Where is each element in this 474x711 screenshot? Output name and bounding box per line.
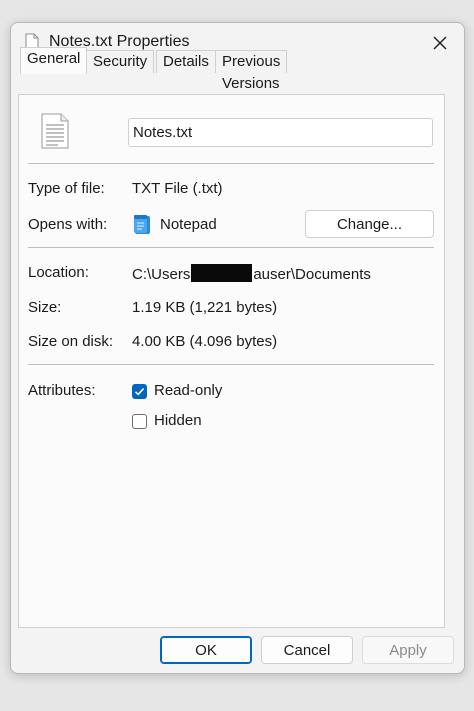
apply-label: Apply xyxy=(389,641,427,659)
divider xyxy=(28,163,434,164)
opens-with-app: Notepad xyxy=(160,216,217,233)
size-on-disk-label: Size on disk: xyxy=(28,333,114,350)
location-suffix: auser\Documents xyxy=(253,266,371,283)
divider xyxy=(28,364,434,365)
general-panel xyxy=(18,94,445,628)
tab-label: Details xyxy=(163,53,209,70)
location-prefix: C:\Users xyxy=(132,266,191,283)
divider xyxy=(28,247,434,248)
text-file-icon xyxy=(41,113,69,149)
opens-with-label: Opens with: xyxy=(28,216,108,233)
notepad-icon xyxy=(134,215,150,234)
location-label: Location: xyxy=(28,264,89,281)
redaction-bar xyxy=(191,264,253,282)
close-button[interactable] xyxy=(422,27,458,59)
size-value: 1.19 KB (1,221 bytes) xyxy=(132,299,278,316)
cancel-label: Cancel xyxy=(283,641,331,659)
tab-label: Security xyxy=(93,53,148,70)
tab-label: Previous Versions xyxy=(222,53,281,92)
hidden-label[interactable]: Hidden xyxy=(154,412,202,429)
tab-security[interactable]: Security xyxy=(86,50,155,73)
type-value: TXT File (.txt) xyxy=(132,180,223,197)
apply-button[interactable]: Apply xyxy=(362,636,454,664)
readonly-checkbox[interactable] xyxy=(132,384,147,399)
cancel-button[interactable]: Cancel xyxy=(261,636,353,664)
tab-details[interactable]: Details xyxy=(156,50,216,73)
close-icon xyxy=(433,36,447,50)
readonly-label[interactable]: Read-only xyxy=(154,382,222,399)
tab-previous-versions[interactable]: Previous Versions xyxy=(215,50,288,92)
size-on-disk-value: 4.00 KB (4.096 bytes) xyxy=(132,333,278,350)
file-name-input[interactable] xyxy=(128,118,433,147)
size-label: Size: xyxy=(28,299,62,316)
change-button-label: Change... xyxy=(336,215,403,233)
attributes-label: Attributes: xyxy=(28,382,96,399)
tab-label: General xyxy=(27,50,81,67)
location-value: C:\Users auser\Documents xyxy=(132,264,371,283)
checkmark-icon xyxy=(134,388,145,396)
change-button[interactable]: Change... xyxy=(305,210,434,238)
tab-general[interactable]: General xyxy=(20,47,88,74)
type-label: Type of file: xyxy=(28,180,105,197)
ok-label: OK xyxy=(195,641,217,659)
ok-button[interactable]: OK xyxy=(160,636,252,664)
hidden-checkbox[interactable] xyxy=(132,414,147,429)
